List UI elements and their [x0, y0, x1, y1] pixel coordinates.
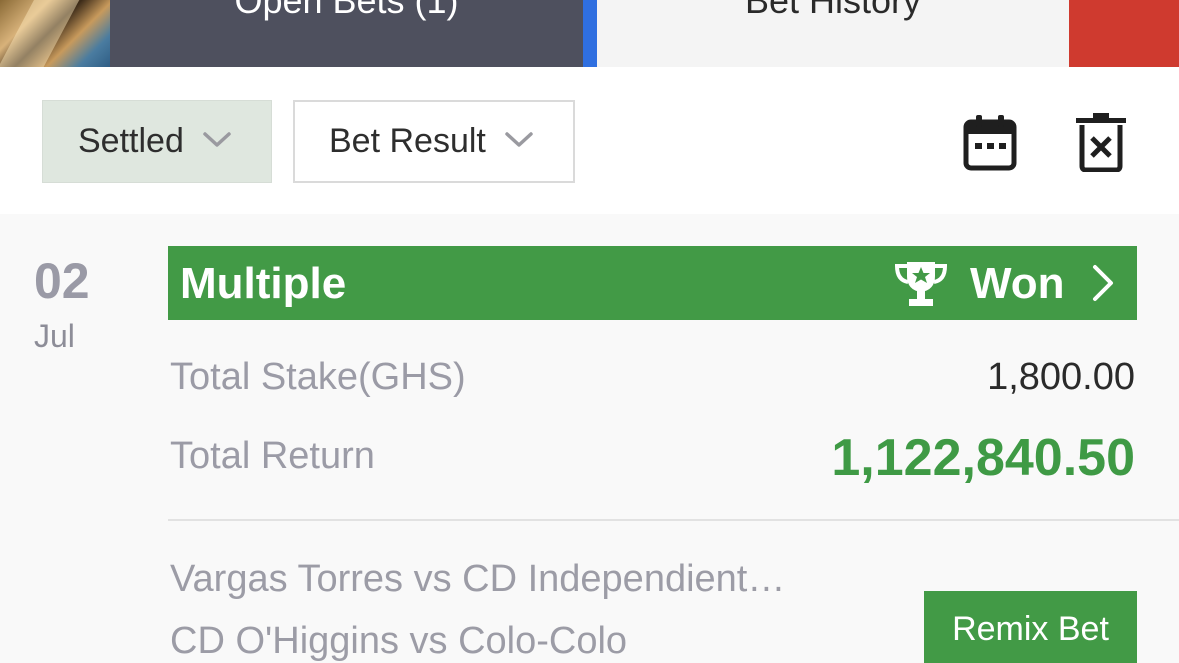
active-tab-indicator: [583, 0, 597, 67]
banner-thumbnail: [0, 0, 110, 67]
filter-bar: Settled Bet Result: [0, 67, 1179, 214]
tab-extra[interactable]: [1069, 0, 1179, 67]
bet-status: Won: [970, 259, 1065, 308]
tab-open-bets[interactable]: Open Bets (1): [110, 0, 583, 67]
bet-result-dropdown-label: Bet Result: [329, 122, 486, 160]
tab-bet-history-label: Bet History: [744, 0, 922, 21]
match-item: Vargas Torres vs CD Independient…: [170, 558, 786, 600]
settled-dropdown[interactable]: Settled: [42, 100, 272, 183]
total-stake-label: Total Stake(GHS): [170, 356, 466, 398]
chevron-right-icon: [1093, 265, 1113, 301]
chevron-down-icon: [505, 131, 533, 147]
total-return-value: 1,122,840.50: [831, 429, 1135, 487]
bet-result-dropdown[interactable]: Bet Result: [293, 100, 575, 183]
settled-dropdown-label: Settled: [78, 122, 184, 160]
delete-filter-icon[interactable]: [1073, 112, 1129, 172]
total-stake-value: 1,800.00: [987, 356, 1135, 398]
tab-open-bets-label: Open Bets (1): [234, 0, 459, 21]
bet-date-day: 02: [34, 253, 90, 309]
match-item: CD O'Higgins vs Colo-Colo: [170, 620, 628, 662]
bet-header[interactable]: Multiple Won: [168, 246, 1137, 320]
remix-bet-button[interactable]: Remix Bet: [924, 591, 1137, 663]
total-return-label: Total Return: [170, 435, 375, 477]
chevron-down-icon: [203, 131, 231, 147]
bet-date-month: Jul: [34, 318, 75, 354]
calendar-icon[interactable]: [962, 112, 1018, 172]
bets-tab-bar: Open Bets (1) Bet History: [0, 0, 1179, 67]
bet-type: Multiple: [180, 259, 347, 308]
tab-bet-history[interactable]: Bet History: [597, 0, 1069, 67]
trophy-icon: [894, 262, 948, 306]
divider: [168, 519, 1179, 521]
